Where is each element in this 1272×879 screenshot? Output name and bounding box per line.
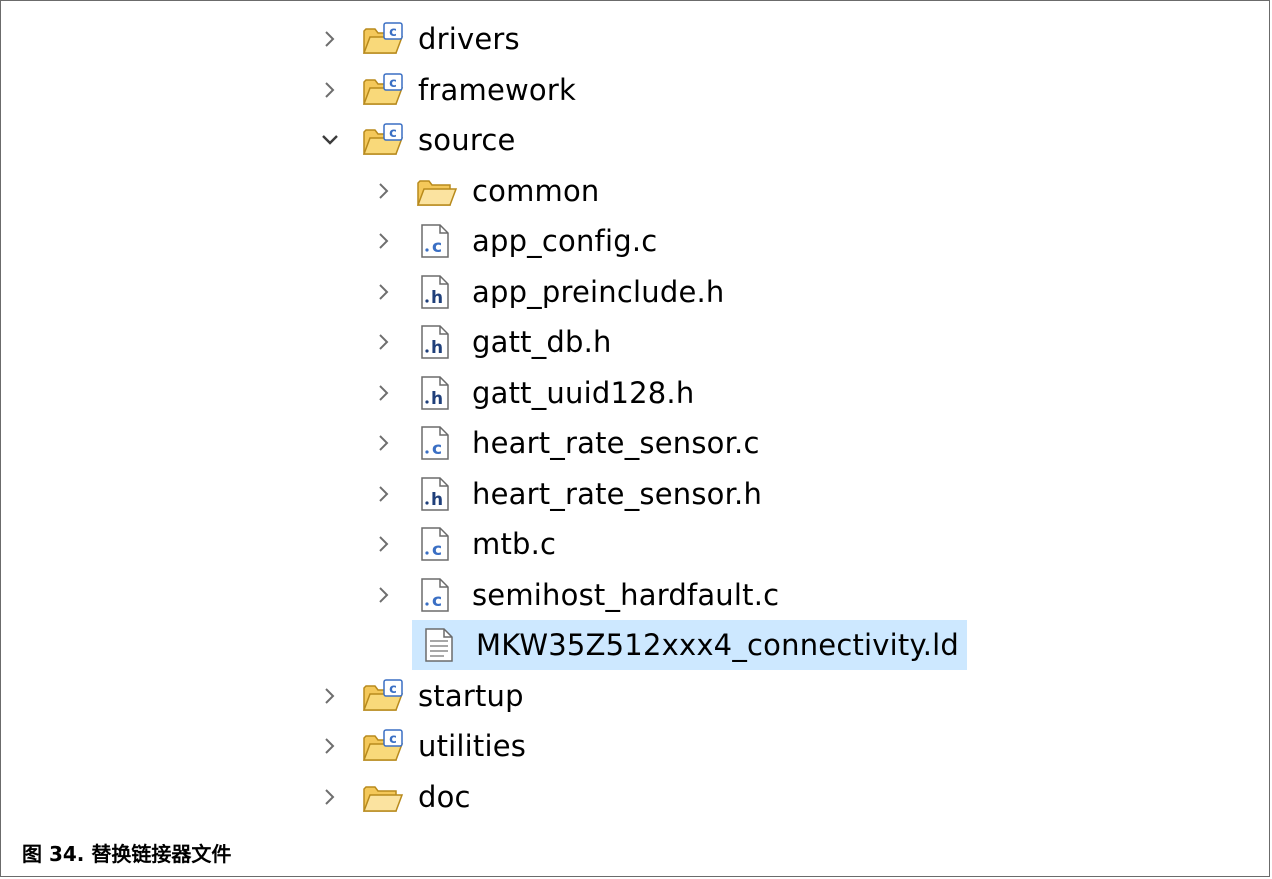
tree-item-label: heart_rate_sensor.c [472,426,760,460]
tree-item-mtb-c[interactable]: c mtb.c [372,519,556,569]
tree-item-label: source [418,123,516,157]
tree-item-common[interactable]: common [372,166,600,216]
source-folder-icon: c [362,678,406,713]
tree-item-label: semihost_hardfault.c [472,577,780,612]
svg-text:h: h [431,338,443,358]
source-folder-icon: c [362,123,406,157]
expand-chevron-icon[interactable] [372,229,396,253]
expand-chevron-icon[interactable] [318,785,342,809]
svg-text:c: c [389,25,397,40]
folder-icon [416,174,460,208]
folder-icon [362,780,406,814]
c-file-icon: c [416,527,460,561]
svg-text:c: c [432,439,442,459]
tree-item-label: common [472,173,600,208]
h-file-icon: h [416,325,460,359]
expand-chevron-icon[interactable] [372,381,396,405]
tree-item-label: startup [418,678,524,713]
tree-item-label: doc [418,779,471,814]
tree-item-label: gatt_db.h [472,325,612,359]
tree-item-startup[interactable]: c startup [318,671,524,721]
tree-item-app-config-c[interactable]: c app_config.c [372,216,657,266]
figure-caption: 图 34. 替换链接器文件 [22,842,232,866]
tree-item-label: app_config.c [472,224,658,258]
tree-item-heart-rate-sensor-h[interactable]: h heart_rate_sensor.h [372,469,762,519]
tree-item-label: gatt_uuid128.h [472,375,695,410]
tree-item-drivers[interactable]: c drivers [318,14,520,64]
tree-item-label: utilities [418,729,527,763]
tree-item-mkw35z512xxx4-connectivity-ld[interactable]: MKW35Z512xxx4_connectivity.ld [412,620,967,670]
svg-text:c: c [389,732,397,747]
expand-chevron-icon[interactable] [318,684,342,708]
tree-item-utilities[interactable]: c utilities [318,721,526,771]
tree-item-source[interactable]: c source [318,115,516,165]
collapse-chevron-icon[interactable] [318,128,342,152]
svg-text:c: c [389,682,397,697]
source-folder-icon: c [362,729,406,763]
expand-chevron-icon[interactable] [372,179,396,203]
tree-item-framework[interactable]: c framework [318,65,576,115]
svg-text:c: c [432,591,442,611]
svg-text:h: h [431,490,443,510]
h-file-icon: h [416,476,460,511]
text-file-icon [420,628,464,662]
tree-item-label: MKW35Z512xxx4_connectivity.ld [476,628,959,662]
expand-chevron-icon[interactable] [372,532,396,556]
expand-chevron-icon[interactable] [318,734,342,758]
c-file-icon: c [416,577,460,612]
tree-item-label: heart_rate_sensor.h [472,476,763,511]
expand-chevron-icon[interactable] [372,330,396,354]
expand-chevron-icon[interactable] [372,583,396,607]
source-folder-icon: c [362,22,406,56]
c-file-icon: c [416,224,460,258]
tree-item-label: app_preinclude.h [472,274,725,309]
expand-chevron-icon[interactable] [372,431,396,455]
source-folder-icon: c [362,72,406,107]
tree-item-app-preinclude-h[interactable]: h app_preinclude.h [372,267,725,317]
tree-item-gatt-db-h[interactable]: h gatt_db.h [372,317,612,367]
c-file-icon: c [416,426,460,460]
svg-text:h: h [431,288,443,308]
tree-item-heart-rate-sensor-c[interactable]: c heart_rate_sensor.c [372,418,760,468]
svg-text:c: c [432,540,442,560]
expand-chevron-icon[interactable] [318,78,342,102]
h-file-icon: h [416,274,460,309]
tree-item-gatt-uuid128-h[interactable]: h gatt_uuid128.h [372,368,694,418]
tree-item-doc[interactable]: doc [318,772,471,822]
svg-text:h: h [431,389,443,409]
expand-chevron-icon[interactable] [372,280,396,304]
expand-chevron-icon[interactable] [372,482,396,506]
svg-text:c: c [389,76,397,91]
h-file-icon: h [416,375,460,410]
svg-text:c: c [432,237,442,257]
tree-item-label: mtb.c [472,527,557,561]
tree-item-semihost-hardfault-c[interactable]: c semihost_hardfault.c [372,570,779,620]
svg-text:c: c [389,126,397,141]
tree-item-label: framework [418,72,576,107]
expand-chevron-icon[interactable] [318,27,342,51]
tree-item-label: drivers [418,22,520,56]
